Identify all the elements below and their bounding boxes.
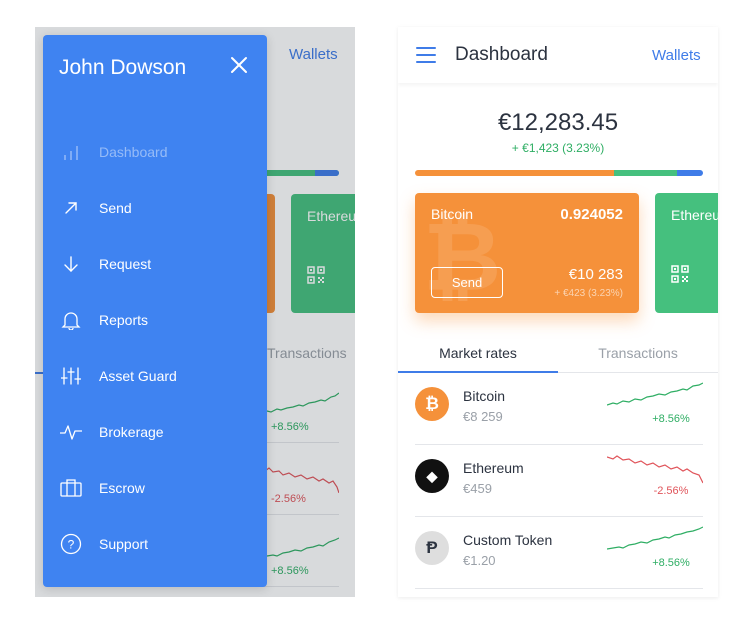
menu-item-label: Send <box>99 200 132 216</box>
sparkline-down <box>607 455 703 484</box>
wallet-amount: 0.924052 <box>560 206 623 223</box>
allocation-bar <box>415 170 703 176</box>
market-row-custom-token[interactable]: Ᵽ Custom Token €1.20 +8.56% <box>415 517 703 589</box>
svg-text:?: ? <box>68 538 75 552</box>
allocation-segment <box>415 170 614 176</box>
wallet-change: + €423 (3.23%) <box>554 288 623 299</box>
tab-market-rates[interactable]: Market rates <box>398 345 558 361</box>
wallet-name: Bitcoin <box>431 206 474 222</box>
coin-price: €8 259 <box>463 409 503 424</box>
qr-code-icon <box>671 265 689 283</box>
sparkline-up <box>607 382 703 406</box>
wallet-name: Ethereum <box>671 207 718 223</box>
menu-item-support[interactable]: ? Support <box>59 529 259 559</box>
coin-change: -2.56% <box>653 485 689 497</box>
menu-item-label: Support <box>99 536 149 552</box>
side-menu-drawer: John Dowson Dashboard Send Request Repor… <box>43 35 267 587</box>
arrow-up-right-icon <box>59 196 83 220</box>
allocation-segment <box>613 170 678 176</box>
menu-item-request[interactable]: Request <box>59 249 259 279</box>
coin-change: +8.56% <box>652 413 690 425</box>
help-circle-icon: ? <box>59 532 83 556</box>
market-row-ethereum[interactable]: ◆ Ethereum €459 -2.56% <box>415 445 703 517</box>
sliders-icon <box>59 364 83 388</box>
ethereum-wallet-card[interactable]: Ethereum <box>655 193 718 313</box>
briefcase-icon <box>59 476 83 500</box>
menu-item-dashboard[interactable]: Dashboard <box>59 137 259 167</box>
user-name: John Dowson <box>59 56 187 79</box>
bar-chart-icon <box>59 140 83 164</box>
coin-price: €459 <box>463 481 492 496</box>
page-title: Dashboard <box>455 44 548 65</box>
menu-item-label: Request <box>99 256 152 272</box>
menu-item-send[interactable]: Send <box>59 193 259 223</box>
menu-item-asset-guard[interactable]: Asset Guard <box>59 361 259 391</box>
wallets-link[interactable]: Wallets <box>652 47 701 64</box>
tab-bar: Market rates Transactions <box>398 337 718 373</box>
allocation-segment <box>677 170 703 176</box>
menu-item-escrow[interactable]: Escrow <box>59 473 259 503</box>
market-row-bitcoin[interactable]: ₿ Bitcoin €8 259 +8.56% <box>415 373 703 445</box>
bitcoin-icon: ₿ <box>415 387 449 421</box>
portfolio-total: €12,283.45 <box>497 109 619 136</box>
ethereum-icon: ◆ <box>415 459 449 493</box>
hamburger-menu-icon[interactable] <box>416 47 436 63</box>
arrow-down-icon <box>59 252 83 276</box>
coin-name: Bitcoin <box>463 388 506 404</box>
tab-transactions[interactable]: Transactions <box>558 345 718 361</box>
sparkline-up <box>607 526 703 550</box>
send-button[interactable]: Send <box>431 267 503 298</box>
menu-item-label: Escrow <box>99 480 145 496</box>
menu-item-label: Brokerage <box>99 424 164 440</box>
coin-price: €1.20 <box>463 553 496 568</box>
close-icon[interactable] <box>229 55 249 75</box>
coin-name: Ethereum <box>463 460 524 476</box>
menu-screen: Wallets Ethereum Transactions +8.56% <box>35 27 355 597</box>
menu-item-label: Reports <box>99 312 149 328</box>
wallet-value: €10 283 <box>568 266 623 283</box>
bell-icon <box>59 308 83 332</box>
portfolio-change: + €1,423 (3.23%) <box>511 141 605 155</box>
menu-item-label: Asset Guard <box>99 368 177 384</box>
bitcoin-wallet-card[interactable]: ₿ Bitcoin 0.924052 Send €10 283 + €423 (… <box>415 193 639 313</box>
top-bar: Dashboard Wallets <box>398 27 718 83</box>
divider <box>415 588 703 589</box>
coin-name: Custom Token <box>463 532 553 548</box>
menu-item-reports[interactable]: Reports <box>59 305 259 335</box>
menu-item-label: Dashboard <box>99 144 168 160</box>
custom-token-icon: Ᵽ <box>415 531 449 565</box>
pulse-icon <box>59 420 83 444</box>
dashboard-screen: Dashboard Wallets €12,283.45 + €1,423 (3… <box>398 27 718 597</box>
menu-item-brokerage[interactable]: Brokerage <box>59 417 259 447</box>
coin-change: +8.56% <box>652 557 690 569</box>
